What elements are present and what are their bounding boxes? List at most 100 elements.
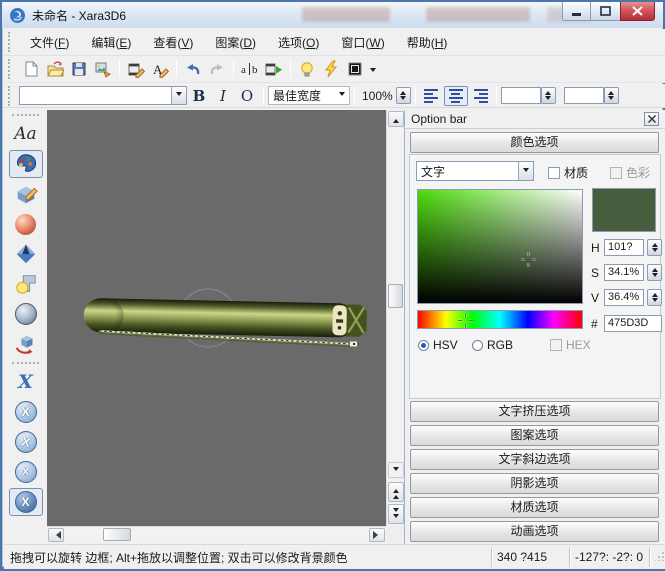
- hue-slider[interactable]: [417, 310, 583, 329]
- shadow-section-button[interactable]: 阴影选项: [410, 473, 659, 494]
- text-spacing-button[interactable]: ab: [238, 58, 262, 80]
- zoom-in-page-button[interactable]: [388, 482, 404, 502]
- scroll-left-button[interactable]: [48, 528, 64, 542]
- texture-section-button[interactable]: 材质选项: [410, 497, 659, 518]
- hue-spinner[interactable]: [647, 239, 662, 256]
- menu-view[interactable]: 查看(V): [142, 30, 204, 55]
- color-target-arrow[interactable]: [518, 162, 533, 180]
- edit-animation-button[interactable]: [124, 58, 148, 80]
- spin-up-icon: [400, 88, 406, 95]
- close-button[interactable]: [620, 2, 655, 21]
- toolbar-grip[interactable]: [12, 362, 39, 364]
- hue-row: H 101?: [591, 239, 662, 256]
- saturation-field[interactable]: 34.1%: [604, 264, 644, 281]
- color-target-select[interactable]: 文字: [416, 161, 534, 181]
- menu-edit[interactable]: 编辑(E): [80, 30, 142, 55]
- material-checkbox[interactable]: 材质: [548, 164, 588, 181]
- render-button[interactable]: [319, 58, 343, 80]
- outline-button[interactable]: O: [235, 85, 259, 107]
- menu-window[interactable]: 窗口(W): [330, 30, 395, 55]
- bold-button[interactable]: B: [187, 85, 211, 107]
- align-center-button[interactable]: [444, 86, 468, 106]
- close-icon: [648, 115, 656, 123]
- italic-button[interactable]: I: [211, 85, 235, 107]
- value-field[interactable]: 36.4%: [604, 289, 644, 306]
- spin-down-icon: [400, 96, 406, 103]
- vertical-scrollbar[interactable]: [386, 110, 404, 526]
- preview-rotate-3-button[interactable]: X: [9, 458, 43, 486]
- vertical-scroll-thumb[interactable]: [388, 284, 403, 308]
- scroll-down-button[interactable]: [388, 462, 404, 478]
- edit-text-button[interactable]: A: [148, 58, 172, 80]
- saturation-value-picker[interactable]: [417, 189, 583, 304]
- align-right-button[interactable]: [468, 86, 492, 106]
- hsv-radio[interactable]: HSV: [418, 338, 458, 352]
- preview-rotate-4-button[interactable]: X: [9, 488, 43, 516]
- toolbar-grip[interactable]: [8, 59, 13, 79]
- 3d-canvas[interactable]: [47, 110, 386, 526]
- hue-field[interactable]: 101?: [604, 239, 644, 256]
- option-bar-close-button[interactable]: [644, 112, 659, 126]
- fit-mode-arrow[interactable]: [334, 87, 349, 104]
- lighting-options-button[interactable]: [9, 270, 43, 298]
- frame-color-dropdown[interactable]: [367, 58, 379, 80]
- animation-section-button[interactable]: 动画选项: [410, 521, 659, 542]
- resize-grip[interactable]: [649, 548, 665, 567]
- open-file-button[interactable]: [43, 58, 67, 80]
- horizontal-scrollbar[interactable]: [47, 526, 386, 542]
- option-bar-header[interactable]: Option bar: [405, 110, 665, 129]
- save-button[interactable]: [67, 58, 91, 80]
- design-section-button[interactable]: 图案选项: [410, 425, 659, 446]
- export-image-button[interactable]: [91, 58, 115, 80]
- preview-letter-button[interactable]: X: [9, 368, 43, 396]
- menubar-grip[interactable]: [8, 32, 13, 52]
- tracking-spinner[interactable]: [541, 87, 556, 104]
- color-options-button[interactable]: [9, 150, 43, 178]
- minimize-button[interactable]: [562, 2, 591, 21]
- menu-file[interactable]: 文件(F): [19, 30, 80, 55]
- bevel-options-button[interactable]: [9, 240, 43, 268]
- zoom-spinner[interactable]: [396, 87, 411, 104]
- color-checkbox[interactable]: 色彩: [610, 164, 650, 181]
- lighting-button[interactable]: [295, 58, 319, 80]
- hex-field[interactable]: 475D3D: [604, 315, 662, 332]
- scroll-up-button[interactable]: [388, 111, 404, 127]
- toolbar-grip[interactable]: [8, 86, 13, 106]
- tracking-field[interactable]: [501, 87, 541, 104]
- horizontal-scroll-thumb[interactable]: [103, 528, 131, 541]
- fit-mode-select[interactable]: 最佳宽度: [268, 86, 350, 105]
- color-options-section-button[interactable]: 颜色选项: [410, 132, 659, 153]
- texture-options-button[interactable]: [9, 300, 43, 328]
- shadow-options-button[interactable]: [9, 210, 43, 238]
- redo-button[interactable]: [205, 58, 229, 80]
- rgb-radio[interactable]: RGB: [472, 338, 513, 352]
- scroll-right-button[interactable]: [369, 528, 385, 542]
- extrusion-section-button[interactable]: 文字挤压选项: [410, 401, 659, 422]
- menu-help[interactable]: 帮助(H): [396, 30, 459, 55]
- preview-rotate-1-button[interactable]: X: [9, 398, 43, 426]
- font-select-arrow[interactable]: [171, 87, 186, 104]
- new-document-button[interactable]: [19, 58, 43, 80]
- status-rotation: -127?: -2?: 0: [569, 548, 649, 567]
- checkbox-icon: [548, 167, 560, 179]
- play-animation-button[interactable]: [262, 58, 286, 80]
- text-options-button[interactable]: Aa: [9, 120, 43, 148]
- align-left-button[interactable]: [420, 86, 444, 106]
- leading-spinner[interactable]: [604, 87, 619, 104]
- frame-color-button[interactable]: [343, 58, 367, 80]
- saturation-spinner[interactable]: [647, 264, 662, 281]
- preview-rotate-2-button[interactable]: X: [9, 428, 43, 456]
- leading-field[interactable]: [564, 87, 604, 104]
- menu-options[interactable]: 选项(O): [267, 30, 330, 55]
- menu-design[interactable]: 图案(D): [204, 30, 267, 55]
- zoom-out-page-button[interactable]: [388, 504, 404, 524]
- bevel-section-button[interactable]: 文字斜边选项: [410, 449, 659, 470]
- value-spinner[interactable]: [647, 289, 662, 306]
- maximize-button[interactable]: [591, 2, 620, 21]
- toolbar-grip[interactable]: [12, 114, 39, 116]
- font-select[interactable]: [19, 86, 187, 105]
- animation-options-button[interactable]: [9, 330, 43, 358]
- undo-button[interactable]: [181, 58, 205, 80]
- extrusion-options-button[interactable]: [9, 180, 43, 208]
- hex-checkbox[interactable]: HEX: [550, 338, 591, 352]
